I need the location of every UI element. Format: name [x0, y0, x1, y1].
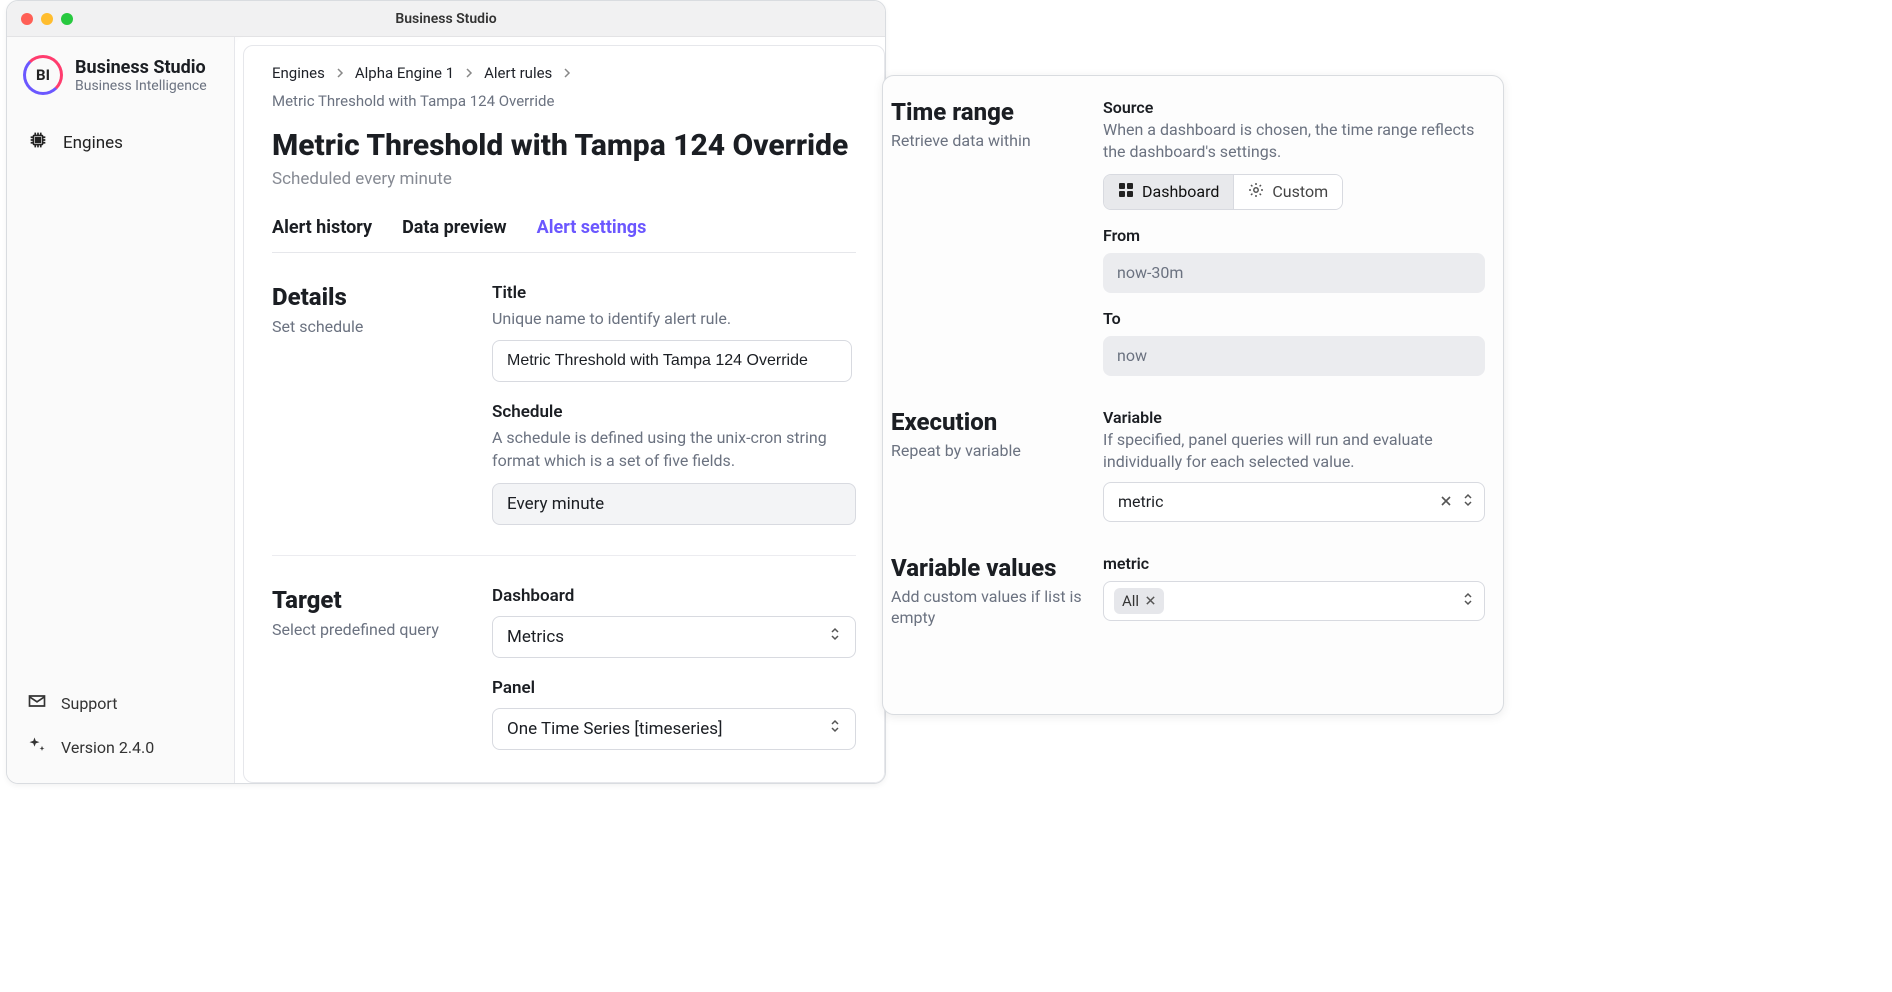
content-card: Engines Alpha Engine 1 Alert rules Metri…: [243, 45, 885, 783]
title-input[interactable]: [492, 340, 852, 382]
section-desc-target: Select predefined query: [272, 620, 482, 639]
section-variable-values: Variable values Add custom values if lis…: [887, 550, 1485, 629]
to-label: To: [1103, 309, 1485, 328]
brand-logo: BI: [23, 55, 63, 95]
title-label: Title: [492, 283, 856, 303]
source-desc: When a dashboard is chosen, the time ran…: [1103, 119, 1485, 164]
chip-all[interactable]: All: [1114, 588, 1164, 614]
version-label: Version 2.4.0: [61, 738, 154, 757]
schedule-desc: A schedule is defined using the unix-cro…: [492, 426, 856, 472]
sidebar-footer: Support Version 2.4.0: [7, 681, 234, 783]
to-input: now: [1103, 336, 1485, 376]
content: Engines Alpha Engine 1 Alert rules Metri…: [235, 37, 885, 783]
page-subtitle: Scheduled every minute: [272, 169, 856, 189]
chip-label: All: [1122, 592, 1139, 610]
section-desc-execution: Repeat by variable: [891, 440, 1091, 462]
window-title: Business Studio: [7, 11, 885, 27]
tab-alert-history[interactable]: Alert history: [272, 217, 372, 248]
sidebar-item-engines[interactable]: Engines: [7, 119, 234, 166]
section-desc-details: Set schedule: [272, 317, 482, 336]
from-input: now-30m: [1103, 253, 1485, 293]
support-label: Support: [61, 694, 117, 713]
brand-name: Business Studio: [75, 57, 207, 78]
chevron-right-icon: [335, 64, 345, 82]
tab-alert-settings[interactable]: Alert settings: [537, 217, 647, 248]
crumb-alert-rules[interactable]: Alert rules: [484, 64, 552, 82]
schedule-value: Every minute: [507, 494, 604, 514]
page-title: Metric Threshold with Tampa 124 Override: [272, 128, 856, 163]
sparkle-icon: [27, 735, 47, 759]
tab-data-preview[interactable]: Data preview: [402, 217, 507, 248]
panel-select[interactable]: One Time Series [timeseries]: [492, 708, 856, 750]
title-desc: Unique name to identify alert rule.: [492, 307, 856, 330]
section-title-details: Details: [272, 283, 482, 311]
breadcrumb: Engines Alpha Engine 1 Alert rules Metri…: [272, 64, 856, 110]
main-window: Business Studio BI Business Studio Busin…: [6, 0, 886, 784]
source-label: Source: [1103, 98, 1485, 117]
section-desc-variable-values: Add custom values if list is empty: [891, 586, 1091, 629]
source-toggle-custom[interactable]: Custom: [1234, 175, 1342, 209]
section-title-time-range: Time range: [891, 98, 1091, 126]
section-title-variable-values: Variable values: [891, 554, 1091, 582]
sidebar: BI Business Studio Business Intelligence…: [7, 37, 235, 783]
source-dashboard-label: Dashboard: [1142, 182, 1219, 201]
sidebar-item-label: Engines: [63, 133, 123, 153]
updown-icon: [829, 626, 841, 647]
source-toggle-dashboard[interactable]: Dashboard: [1104, 175, 1233, 209]
support-link[interactable]: Support: [7, 681, 234, 725]
grid-icon: [1118, 182, 1134, 202]
brand-text: Business Studio Business Intelligence: [75, 57, 207, 94]
source-toggle: Dashboard Custom: [1103, 174, 1343, 210]
panel-label: Panel: [492, 678, 856, 698]
schedule-select[interactable]: Every minute: [492, 483, 856, 525]
gear-icon: [1248, 182, 1264, 202]
titlebar: Business Studio: [7, 1, 885, 37]
dashboard-label: Dashboard: [492, 586, 856, 606]
section-title-target: Target: [272, 586, 482, 614]
right-panel-window: Time range Retrieve data within Source W…: [882, 75, 1504, 715]
variable-label: Variable: [1103, 408, 1485, 427]
brand: BI Business Studio Business Intelligence: [7, 37, 234, 109]
updown-icon: [1462, 492, 1474, 512]
variable-value: metric: [1118, 492, 1163, 511]
section-title-execution: Execution: [891, 408, 1091, 436]
variable-select[interactable]: metric: [1103, 482, 1485, 522]
dashboard-select[interactable]: Metrics: [492, 616, 856, 658]
updown-icon: [829, 718, 841, 739]
source-custom-label: Custom: [1272, 182, 1328, 201]
variable-desc: If specified, panel queries will run and…: [1103, 429, 1485, 474]
section-desc-time-range: Retrieve data within: [891, 130, 1091, 152]
clear-icon[interactable]: [1440, 492, 1452, 511]
nav: Engines: [7, 109, 234, 176]
dashboard-value: Metrics: [507, 627, 564, 647]
crumb-current: Metric Threshold with Tampa 124 Override: [272, 92, 554, 110]
section-execution: Execution Repeat by variable Variable If…: [887, 404, 1485, 550]
chevron-right-icon: [464, 64, 474, 82]
engines-icon: [27, 129, 49, 156]
chip-remove-icon[interactable]: [1145, 592, 1156, 610]
updown-icon: [1462, 591, 1474, 611]
from-value: now-30m: [1117, 263, 1183, 282]
metric-label: metric: [1103, 554, 1485, 573]
tabs: Alert history Data preview Alert setting…: [272, 217, 856, 248]
chevron-right-icon: [562, 64, 572, 82]
envelope-icon: [27, 691, 47, 715]
crumb-engine-name[interactable]: Alpha Engine 1: [355, 64, 454, 82]
brand-sub: Business Intelligence: [75, 78, 207, 94]
section-details: Details Set schedule Title Unique name t…: [272, 253, 856, 556]
metric-chip-input[interactable]: All: [1103, 581, 1485, 621]
schedule-label: Schedule: [492, 402, 856, 422]
from-label: From: [1103, 226, 1485, 245]
crumb-engines[interactable]: Engines: [272, 64, 325, 82]
version-link[interactable]: Version 2.4.0: [7, 725, 234, 769]
brand-logo-text: BI: [36, 66, 50, 84]
section-time-range: Time range Retrieve data within Source W…: [887, 94, 1485, 404]
section-target: Target Select predefined query Dashboard…: [272, 556, 856, 750]
panel-value: One Time Series [timeseries]: [507, 719, 723, 739]
to-value: now: [1117, 346, 1147, 365]
